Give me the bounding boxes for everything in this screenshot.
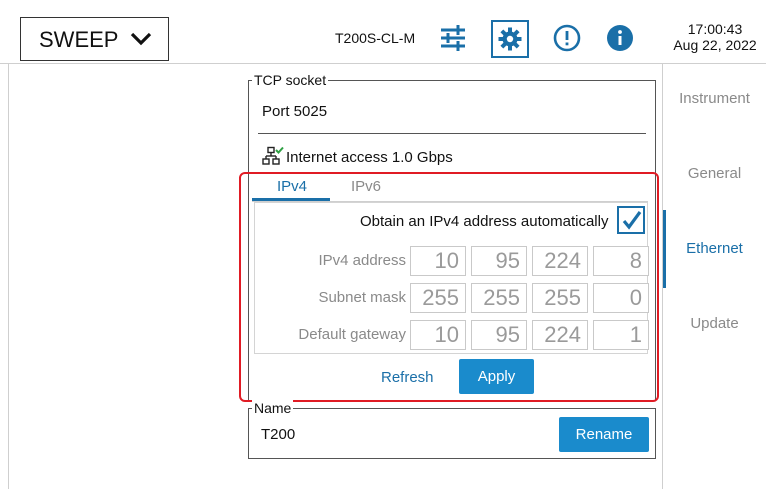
auto-ipv4-label: Obtain an IPv4 address automatically — [360, 213, 609, 230]
info-icon — [607, 25, 633, 51]
ipv4-address-octet-3[interactable]: 224 — [532, 246, 588, 276]
clock-date: Aug 22, 2022 — [673, 37, 757, 53]
left-divider — [8, 64, 9, 489]
divider — [258, 133, 646, 134]
nav-item-general[interactable]: General — [663, 165, 766, 182]
mode-label: SWEEP — [39, 27, 119, 52]
ipv4-address-octet-2[interactable]: 95 — [471, 246, 527, 276]
ipv4-address-label: IPv4 address — [318, 252, 406, 269]
info-button[interactable] — [605, 23, 635, 53]
subnet-mask-label: Subnet mask — [318, 289, 406, 306]
subnet-mask-octet-4[interactable]: 0 — [593, 283, 649, 313]
subnet-mask-octet-2[interactable]: 255 — [471, 283, 527, 313]
name-field[interactable]: T200 — [261, 426, 295, 443]
nav-item-ethernet[interactable]: Ethernet — [663, 240, 766, 257]
top-bar: SWEEP T200S-CL-M 17:00:43 Aug 22, 2022 — [0, 0, 766, 64]
alert-circle-icon — [553, 24, 581, 52]
name-legend: Name — [252, 400, 294, 416]
default-gateway-octet-2[interactable]: 95 — [471, 320, 527, 350]
network-connected-icon — [262, 146, 284, 165]
sliders-icon — [441, 25, 465, 51]
nav-item-instrument[interactable]: Instrument — [663, 90, 766, 107]
subnet-mask-octet-3[interactable]: 255 — [532, 283, 588, 313]
gear-icon — [498, 27, 522, 51]
apply-button[interactable]: Apply — [459, 359, 534, 394]
internet-status-label: Internet access 1.0 Gbps — [286, 149, 453, 166]
ipv4-address-octet-4[interactable]: 8 — [593, 246, 649, 276]
refresh-button[interactable]: Refresh — [381, 369, 434, 386]
nav-active-indicator — [663, 210, 666, 288]
auto-ipv4-checkbox[interactable] — [617, 206, 645, 234]
sliders-button[interactable] — [438, 23, 468, 53]
rename-button[interactable]: Rename — [559, 417, 649, 452]
tcp-socket-legend: TCP socket — [252, 72, 329, 88]
mode-dropdown[interactable]: SWEEP — [20, 17, 169, 61]
default-gateway-octet-1[interactable]: 10 — [410, 320, 466, 350]
device-name: T200S-CL-M — [335, 30, 416, 46]
nav-item-update[interactable]: Update — [663, 315, 766, 332]
checkmark-icon — [622, 211, 642, 230]
port-text: Port 5025 — [262, 103, 328, 120]
settings-button[interactable] — [491, 20, 529, 58]
ipv4-address-octet-1[interactable]: 10 — [410, 246, 466, 276]
tab-ipv6[interactable]: IPv6 — [351, 178, 381, 195]
clock: 17:00:43 Aug 22, 2022 — [665, 21, 765, 53]
tab-active-underline — [252, 198, 330, 201]
tab-ipv4[interactable]: IPv4 — [277, 178, 307, 195]
default-gateway-octet-3[interactable]: 224 — [532, 320, 588, 350]
alerts-button[interactable] — [552, 23, 582, 53]
chevron-down-icon — [130, 32, 152, 46]
clock-time: 17:00:43 — [687, 21, 743, 37]
subnet-mask-octet-1[interactable]: 255 — [410, 283, 466, 313]
default-gateway-label: Default gateway — [298, 326, 406, 343]
default-gateway-octet-4[interactable]: 1 — [593, 320, 649, 350]
internet-status: Internet access 1.0 Gbps — [262, 146, 453, 166]
